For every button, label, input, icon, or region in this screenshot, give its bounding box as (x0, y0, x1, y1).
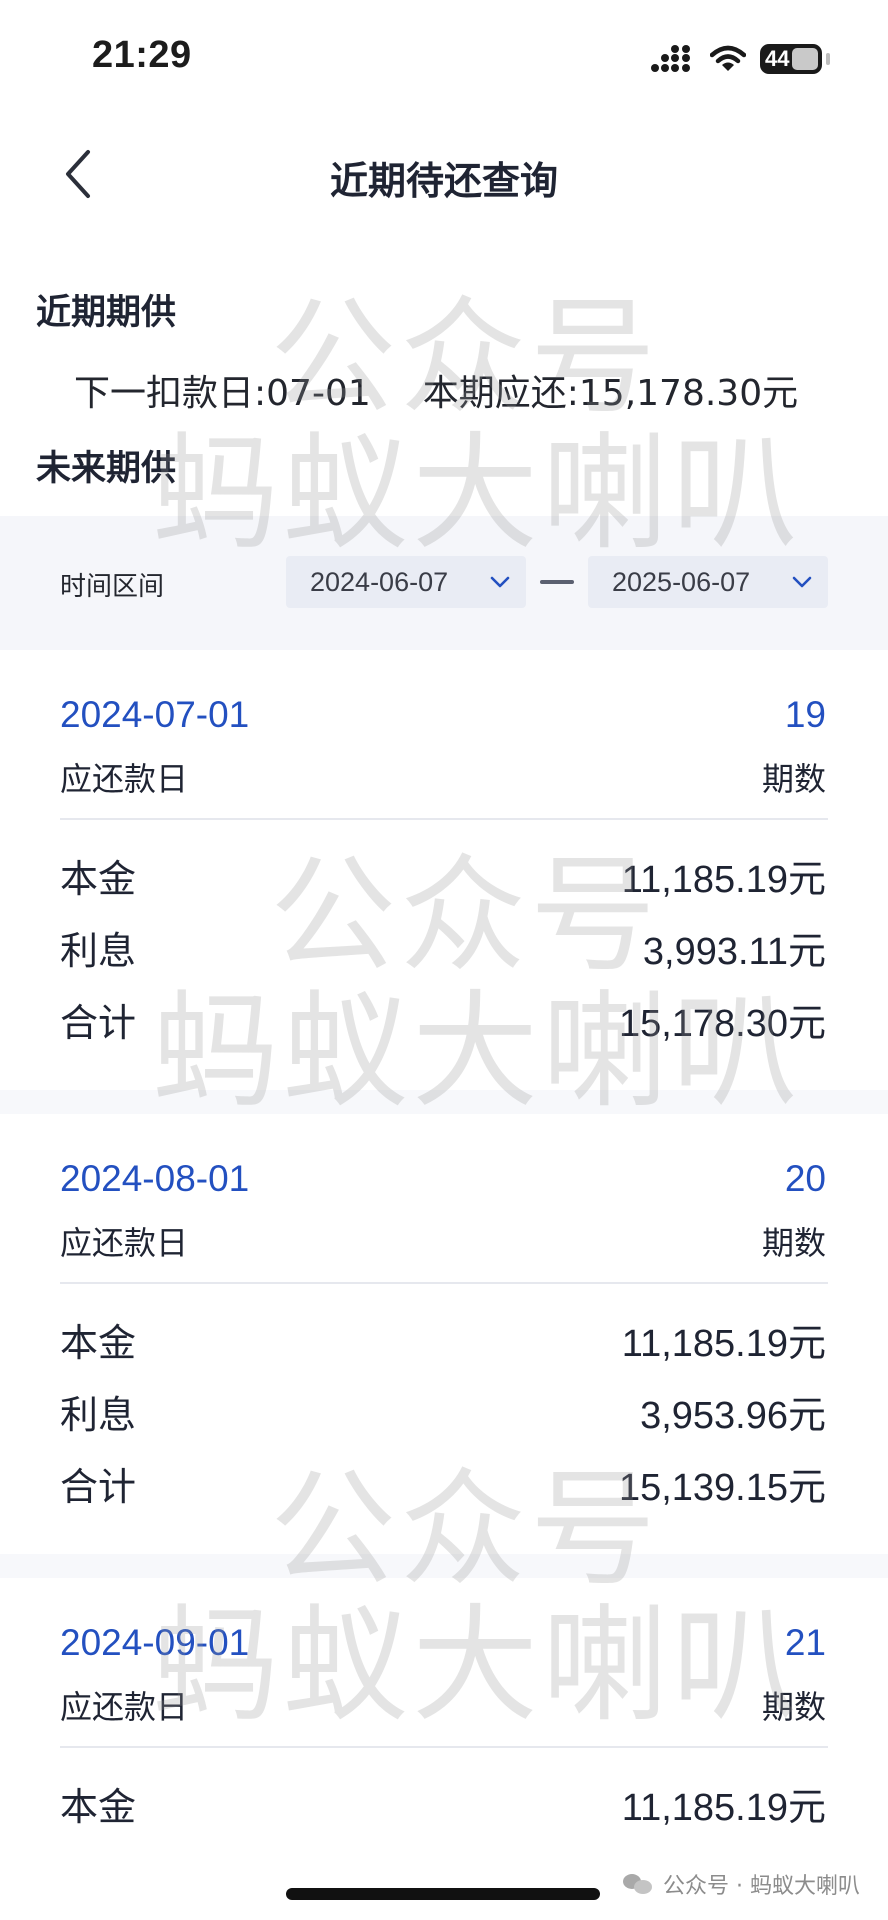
period-label: 期数 (761, 760, 826, 798)
total-value: 15,139.15元 (618, 1467, 826, 1509)
due-date-value: 2024-07-01 (60, 694, 250, 735)
card-separator (0, 1090, 888, 1114)
principal-label: 本金 (60, 857, 137, 901)
nav-bar: 近期待还查询 (0, 110, 888, 230)
filter-label: 时间区间 (60, 572, 165, 602)
period-label: 期数 (761, 1688, 826, 1726)
principal-label: 本金 (60, 1321, 137, 1365)
chevron-down-icon (792, 576, 812, 588)
period-label: 期数 (761, 1224, 826, 1262)
recent-summary: 下一扣款日:07-01 本期应还:15,178.30元 (74, 364, 798, 416)
total-value: 15,178.30元 (618, 1003, 826, 1045)
footer-brand-text: 公众号 · 蚂蚁大喇叭 (663, 1874, 860, 1899)
page-title: 近期待还查询 (329, 159, 558, 203)
start-date-select[interactable]: 2024-06-07 (286, 556, 526, 608)
installment-card: 2024-09-01 21 应还款日 期数 本金 11,185.19元 (0, 1580, 888, 1880)
status-time: 21:29 (92, 34, 192, 76)
next-debit-value: 07-01 (266, 373, 371, 414)
divider (60, 1746, 828, 1748)
period-value: 19 (784, 694, 826, 735)
end-date-select[interactable]: 2025-06-07 (588, 556, 828, 608)
total-label: 合计 (60, 1001, 137, 1045)
due-date-value: 2024-09-01 (60, 1622, 250, 1663)
period-value: 20 (784, 1158, 826, 1199)
wifi-icon (710, 45, 746, 71)
range-separator (540, 580, 574, 584)
current-due-label: 本期应还: (422, 373, 579, 414)
end-date-value: 2025-06-07 (612, 566, 751, 597)
status-icons: 44 (650, 42, 830, 76)
footer-brand: 公众号 · 蚂蚁大喇叭 (623, 1868, 860, 1900)
signal-icon (651, 45, 690, 72)
battery-icon: 44 (760, 44, 822, 74)
due-date-label: 应还款日 (60, 760, 189, 798)
principal-value: 11,185.19元 (621, 859, 826, 901)
battery-level: 44 (765, 46, 790, 71)
status-bar: 21:29 44 (0, 0, 888, 110)
wechat-icon (623, 1872, 653, 1896)
date-range-filter: 时间区间 2024-06-07 2025-06-07 (0, 516, 888, 650)
interest-value: 3,993.11元 (642, 931, 826, 973)
interest-label: 利息 (60, 1393, 137, 1437)
future-section-title: 未来期供 (36, 449, 177, 489)
battery-nub (826, 53, 830, 65)
start-date-value: 2024-06-07 (310, 566, 449, 597)
current-due-value: 15,178.30元 (578, 373, 799, 414)
home-indicator (286, 1888, 600, 1900)
principal-value: 11,185.19元 (621, 1323, 826, 1365)
interest-value: 3,953.96元 (640, 1395, 826, 1437)
interest-label: 利息 (60, 929, 137, 973)
period-value: 21 (784, 1622, 826, 1663)
recent-section-title: 近期期供 (36, 293, 177, 333)
due-date-label: 应还款日 (60, 1688, 189, 1726)
next-debit-label: 下一扣款日: (74, 373, 267, 414)
total-label: 合计 (60, 1465, 137, 1509)
divider (60, 1282, 828, 1284)
principal-label: 本金 (60, 1785, 137, 1829)
due-date-label: 应还款日 (60, 1224, 189, 1262)
installment-card: 2024-08-01 20 应还款日 期数 本金 11,185.19元 利息 3… (0, 1116, 888, 1552)
chevron-down-icon (490, 576, 510, 588)
installment-card: 2024-07-01 19 应还款日 期数 本金 11,185.19元 利息 3… (0, 652, 888, 1088)
divider (60, 818, 828, 820)
card-separator (0, 1554, 888, 1578)
principal-value: 11,185.19元 (621, 1787, 826, 1829)
due-date-value: 2024-08-01 (60, 1158, 250, 1199)
